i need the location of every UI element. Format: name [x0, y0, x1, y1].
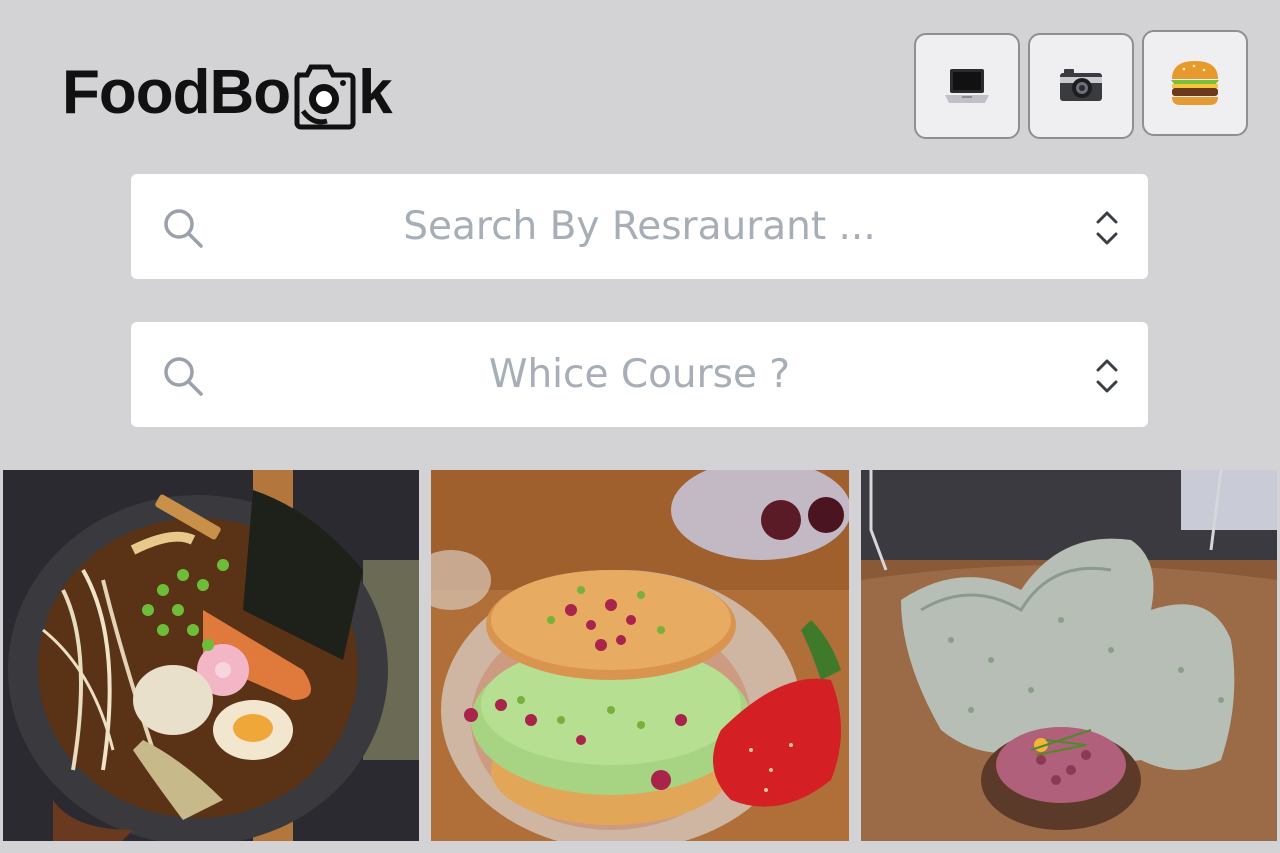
search-icon — [164, 209, 203, 248]
burger-button[interactable] — [1142, 30, 1248, 136]
camera-logo-icon — [291, 61, 357, 131]
app-logo[interactable]: FoodBo k — [62, 58, 393, 131]
photo-grid — [0, 470, 1280, 841]
photo-ramen[interactable] — [3, 470, 419, 841]
logo-text-prefix: FoodBo — [62, 58, 291, 127]
burger-icon — [1171, 61, 1219, 105]
laptop-button[interactable] — [914, 33, 1020, 139]
camera-icon — [1060, 69, 1102, 101]
chevron-up-down-icon — [1096, 359, 1118, 393]
search-icon — [164, 357, 203, 396]
logo-text-suffix: k — [358, 58, 392, 127]
course-select-placeholder: Whice Course ? — [488, 352, 791, 397]
bottom-strip — [0, 841, 1280, 853]
course-select[interactable]: Whice Course ? — [131, 322, 1148, 427]
camera-button[interactable] — [1028, 33, 1134, 139]
restaurant-search-select[interactable]: Search By Resraurant ... — [131, 174, 1148, 279]
chevron-up-down-icon — [1096, 211, 1118, 245]
photo-matcha-donut[interactable] — [431, 470, 849, 841]
restaurant-search-placeholder: Search By Resraurant ... — [403, 204, 876, 249]
laptop-icon — [945, 69, 989, 103]
header-buttons — [914, 30, 1248, 139]
photo-crisps-tartare[interactable] — [861, 470, 1277, 841]
